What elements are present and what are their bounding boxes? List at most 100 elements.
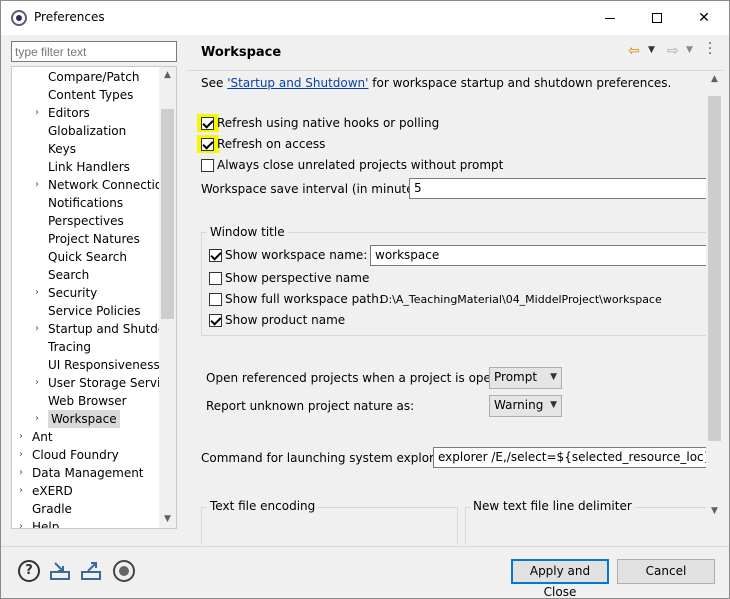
forward-dropdown-icon[interactable]: ▼ <box>686 45 693 55</box>
save-interval-field[interactable]: 5 <box>409 178 709 199</box>
preferences-window: Preferences ✕ Compare/Patch Content Types… <box>0 0 730 599</box>
view-menu-icon[interactable]: · · · <box>705 37 715 61</box>
refresh-native-checkbox[interactable] <box>201 117 214 130</box>
text-encoding-group-label: Text file encoding <box>207 499 319 513</box>
show-perspective-checkbox[interactable] <box>209 272 222 285</box>
scroll-up-icon[interactable]: ▲ <box>159 67 176 84</box>
tree-item-label: Content Types <box>48 88 134 102</box>
expand-arrow-icon[interactable]: › <box>32 410 42 428</box>
tree-item-label: Service Policies <box>48 304 141 318</box>
save-interval-label: Workspace save interval (in minutes): <box>201 182 429 196</box>
show-product-label: Show product name <box>225 313 346 327</box>
report-unknown-value: Warning <box>494 398 544 412</box>
scroll-down-icon[interactable]: ▼ <box>706 503 723 520</box>
import-icon[interactable] <box>49 560 71 582</box>
startup-shutdown-link[interactable]: 'Startup and Shutdown' <box>227 76 368 90</box>
line-delimiter-group-label: New text file line delimiter <box>470 499 635 513</box>
tree-item-label: Globalization <box>48 124 127 138</box>
cancel-button[interactable]: Cancel <box>617 559 715 584</box>
apply-and-close-button[interactable]: Apply and Close <box>511 559 609 599</box>
expand-arrow-icon[interactable]: › <box>16 482 26 500</box>
expand-arrow-icon[interactable]: › <box>32 284 42 302</box>
divider <box>1 546 729 547</box>
expand-arrow-icon[interactable]: › <box>32 374 42 392</box>
preference-tree[interactable]: Compare/Patch Content Types › Editors Global… <box>11 66 177 529</box>
tree-item-label: Ant <box>32 430 53 444</box>
report-unknown-label: Report unknown project nature as: <box>206 399 415 413</box>
expand-arrow-icon[interactable]: › <box>16 428 26 446</box>
tree-item-label: Notifications <box>48 196 124 210</box>
workspace-name-field[interactable]: workspace <box>370 245 710 266</box>
tree-item-label: Keys <box>48 142 77 156</box>
show-product-checkbox[interactable] <box>209 314 222 327</box>
maximize-button[interactable] <box>634 1 680 35</box>
tree-item-label: Quick Search <box>48 250 127 264</box>
expand-arrow-icon[interactable]: › <box>32 104 42 122</box>
tree-item-label: Security <box>48 286 98 300</box>
tree-scroll-thumb[interactable] <box>161 109 174 319</box>
refresh-access-label: Refresh on access <box>217 137 326 151</box>
tree-item-label: Web Browser <box>48 394 127 408</box>
back-dropdown-icon[interactable]: ▼ <box>648 45 655 55</box>
always-close-checkbox[interactable] <box>201 159 214 172</box>
tree-item-label: UI Responsiveness Monitoring <box>48 358 176 372</box>
tree-scrollbar[interactable]: ▲ ▼ <box>159 67 176 528</box>
tree-item-label: Tracing <box>48 340 92 354</box>
tree-item-label: Project Natures <box>48 232 140 246</box>
pane-scrollbar[interactable]: ▲ ▼ <box>706 71 723 545</box>
open-ref-value: Prompt <box>494 370 538 384</box>
window-title: Preferences <box>34 10 105 24</box>
maximize-icon <box>652 13 662 23</box>
tree-item-label: Network Connections <box>48 178 177 192</box>
tree-item-label: Startup and Shutdown <box>48 322 177 336</box>
back-arrow-icon[interactable]: ⇦ <box>628 43 640 59</box>
record-icon[interactable] <box>113 560 135 582</box>
show-full-path-checkbox[interactable] <box>209 293 222 306</box>
tree-item-label: Editors <box>48 106 90 120</box>
export-icon[interactable] <box>80 560 102 582</box>
show-ws-name-label: Show workspace name: <box>225 248 368 262</box>
report-unknown-combo[interactable]: Warning ▼ <box>489 395 562 417</box>
tree-item-label: Gradle <box>32 502 72 516</box>
help-icon[interactable]: ? <box>18 560 40 582</box>
tree-item-label: eXERD <box>32 484 73 498</box>
refresh-access-checkbox[interactable] <box>201 138 214 151</box>
title-bar: Preferences ✕ <box>1 1 729 35</box>
eclipse-icon <box>11 10 27 26</box>
tree-item-label: Link Handlers <box>48 160 130 174</box>
minimize-icon <box>605 17 615 19</box>
minimize-button[interactable] <box>587 1 633 35</box>
show-ws-name-checkbox[interactable] <box>209 249 222 262</box>
close-icon: ✕ <box>698 10 710 26</box>
see-prefix: See <box>201 76 228 90</box>
expand-arrow-icon[interactable]: › <box>16 464 26 482</box>
scroll-up-icon[interactable]: ▲ <box>706 71 723 88</box>
pane-scroll-thumb[interactable] <box>708 96 721 441</box>
scroll-down-icon[interactable]: ▼ <box>159 511 176 528</box>
open-ref-combo[interactable]: Prompt ▼ <box>489 367 562 389</box>
full-path-value: D:\A_TeachingMaterial\04_MiddelProject\w… <box>380 293 662 306</box>
workspace-pane: Workspace ⇦ ▼ ⇨ ▼ · · · See 'Startup and S… <box>187 37 723 545</box>
chevron-down-icon: ▼ <box>550 400 557 410</box>
forward-arrow-icon[interactable]: ⇨ <box>667 43 679 59</box>
tree-item-label: Data Management <box>32 466 144 480</box>
tree-item-label: Cloud Foundry <box>32 448 119 462</box>
tree-item-label: Compare/Patch <box>48 70 140 84</box>
see-suffix: for workspace startup and shutdown prefe… <box>368 76 672 90</box>
filter-input[interactable] <box>11 41 177 62</box>
cmd-label: Command for launching system explorer: <box>201 451 450 465</box>
tree-item-label: Help <box>32 520 60 529</box>
close-button[interactable]: ✕ <box>681 1 727 35</box>
expand-arrow-icon[interactable]: › <box>16 446 26 464</box>
explorer-command-field[interactable]: explorer /E,/select=${selected_resource_… <box>433 447 711 468</box>
pane-content: See 'Startup and Shutdown' for workspace… <box>187 71 723 545</box>
expand-arrow-icon[interactable]: › <box>32 320 42 338</box>
tree-item-label: Search <box>48 268 90 282</box>
refresh-native-label: Refresh using native hooks or polling <box>217 116 440 130</box>
tree-item-label: Perspectives <box>48 214 124 228</box>
tree-item-label: User Storage Service <box>48 376 175 390</box>
see-startup-text: See 'Startup and Shutdown' for workspace… <box>201 76 671 90</box>
expand-arrow-icon[interactable]: › <box>16 518 26 528</box>
expand-arrow-icon[interactable]: › <box>32 176 42 194</box>
show-perspective-label: Show perspective name <box>225 271 370 285</box>
